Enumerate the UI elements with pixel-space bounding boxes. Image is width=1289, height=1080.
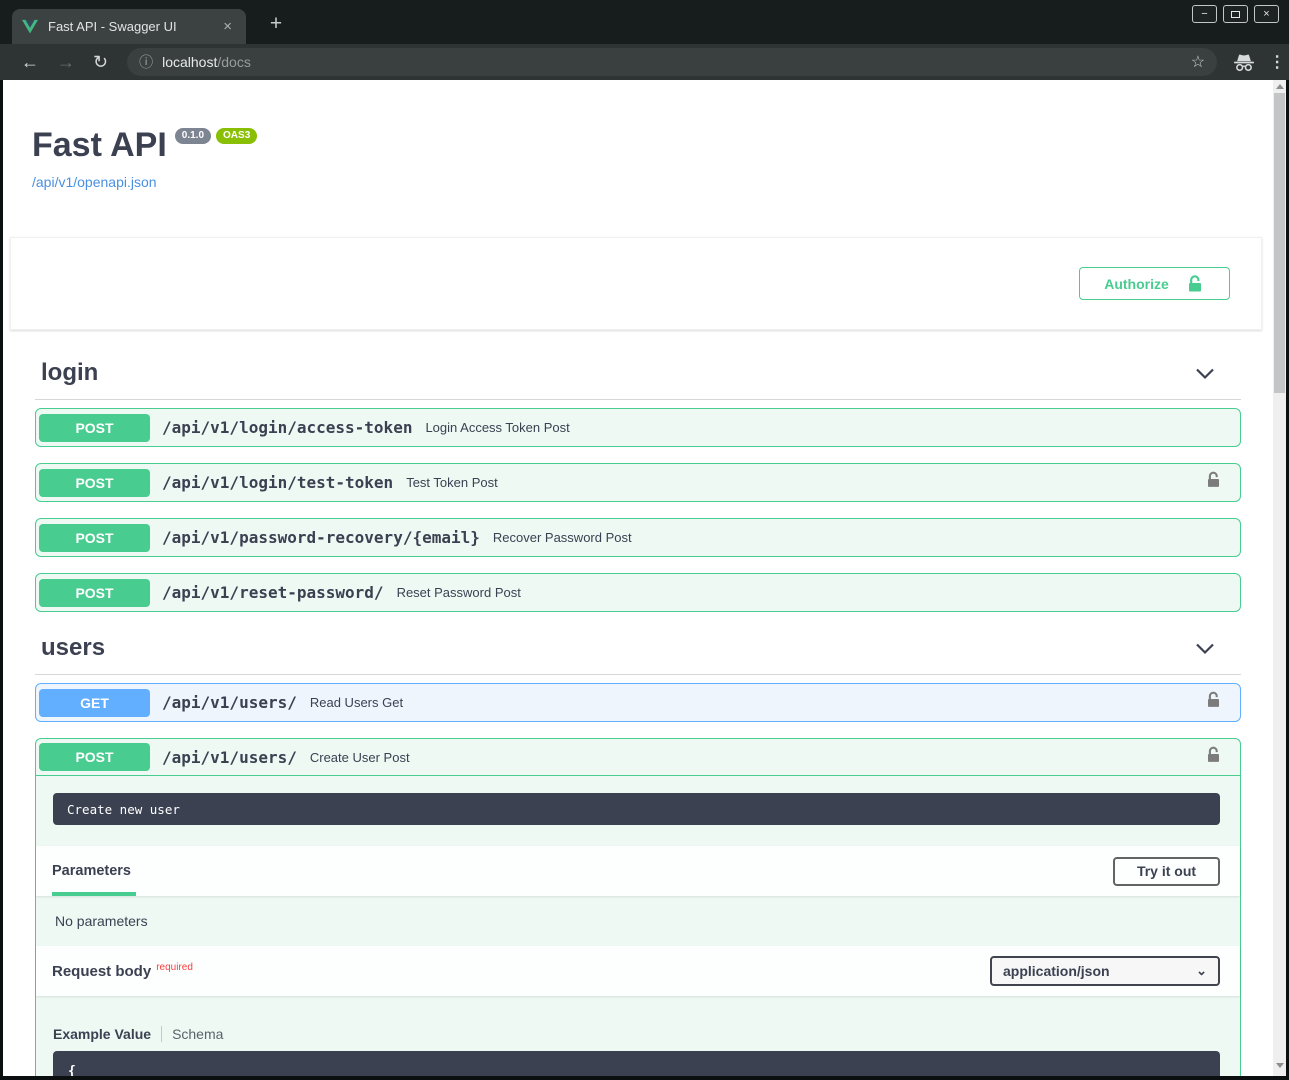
endpoint-block: POST /api/v1/users/ Create User Post Cre… [35, 738, 1241, 1076]
page-info-icon[interactable]: ⓘ [139, 52, 153, 72]
url-path: /docs [217, 54, 250, 70]
endpoint-row[interactable]: POST /api/v1/reset-password/ Reset Passw… [36, 574, 1240, 611]
forward-icon: → [57, 53, 75, 71]
scrollbar-thumb[interactable] [1274, 93, 1285, 393]
endpoint-row[interactable]: POST /api/v1/login/test-token Test Token… [36, 464, 1240, 501]
back-icon[interactable]: ← [21, 53, 39, 71]
tab-title: Fast API - Swagger UI [48, 19, 219, 34]
required-flag: required [156, 962, 193, 973]
chevron-down-icon[interactable] [1195, 642, 1215, 655]
bookmark-star-icon[interactable]: ☆ [1191, 52, 1205, 72]
lock-icon[interactable] [1204, 690, 1223, 715]
method-badge: POST [39, 524, 150, 552]
example-code-block: { [53, 1051, 1220, 1076]
api-tag-section: login POST /api/v1/login/access-token Lo… [35, 353, 1241, 612]
scroll-up-icon[interactable] [1273, 80, 1286, 93]
browser-titlebar: Fast API - Swagger UI × + − × [0, 0, 1289, 44]
endpoint-path: /api/v1/password-recovery/{email} [162, 528, 480, 547]
tab-close-icon[interactable]: × [219, 18, 236, 35]
section-title: login [41, 359, 98, 387]
browser-menu-icon[interactable]: ⋮ [1269, 52, 1285, 72]
chevron-down-icon[interactable] [1195, 367, 1215, 380]
media-type-select[interactable]: application/json ⌄ [990, 956, 1220, 986]
endpoint-summary: Create User Post [310, 750, 410, 765]
endpoint-row[interactable]: GET /api/v1/users/ Read Users Get [36, 684, 1240, 721]
method-badge: GET [39, 689, 150, 717]
scroll-down-icon[interactable] [1273, 1059, 1286, 1072]
method-badge: POST [39, 469, 150, 497]
page-title: Fast API 0.1.0 OAS3 [32, 126, 257, 165]
request-body-header: Request bodyrequired application/json ⌄ [36, 946, 1240, 996]
section-header[interactable]: users [35, 628, 1241, 675]
endpoint-summary: Test Token Post [406, 475, 498, 490]
no-parameters-text: No parameters [36, 896, 1240, 946]
section-title: users [41, 634, 105, 662]
endpoint-path: /api/v1/login/access-token [162, 418, 412, 437]
lock-icon[interactable] [1204, 745, 1223, 770]
page-scrollbar[interactable] [1273, 80, 1286, 1076]
reload-icon[interactable]: ↻ [93, 53, 108, 71]
window-minimize-button[interactable]: − [1192, 5, 1217, 23]
scheme-container: Authorize [10, 237, 1262, 330]
authorize-button[interactable]: Authorize [1079, 267, 1230, 300]
method-badge: POST [39, 743, 150, 771]
endpoint-row[interactable]: POST /api/v1/password-recovery/{email} R… [36, 519, 1240, 556]
swagger-page: Fast API 0.1.0 OAS3 /api/v1/openapi.json… [3, 80, 1286, 1076]
endpoint-block: GET /api/v1/users/ Read Users Get [35, 683, 1241, 722]
url-bar[interactable]: ⓘ localhost/docs ☆ [127, 48, 1217, 76]
endpoint-path: /api/v1/reset-password/ [162, 583, 384, 602]
tab-example-value[interactable]: Example Value [53, 1026, 151, 1042]
endpoint-block: POST /api/v1/password-recovery/{email} R… [35, 518, 1241, 557]
lock-icon[interactable] [1204, 470, 1223, 495]
openapi-spec-link[interactable]: /api/v1/openapi.json [32, 174, 157, 190]
new-tab-button[interactable]: + [262, 12, 290, 36]
oas-badge: OAS3 [216, 128, 257, 144]
request-body-label: Request bodyrequired [52, 962, 193, 980]
url-host: localhost [162, 54, 217, 70]
endpoint-block: POST /api/v1/login/access-token Login Ac… [35, 408, 1241, 447]
endpoint-summary: Reset Password Post [397, 585, 521, 600]
endpoint-path: /api/v1/users/ [162, 748, 297, 767]
section-endpoints: GET /api/v1/users/ Read Users Get POST /… [35, 683, 1241, 1076]
tab-schema[interactable]: Schema [172, 1026, 223, 1042]
favicon-icon [22, 19, 38, 34]
browser-tab[interactable]: Fast API - Swagger UI × [12, 9, 246, 44]
api-sections: login POST /api/v1/login/access-token Lo… [35, 353, 1241, 1076]
incognito-icon [1233, 53, 1255, 72]
window-maximize-button[interactable] [1223, 5, 1248, 23]
endpoint-row[interactable]: POST /api/v1/login/access-token Login Ac… [36, 409, 1240, 446]
browser-toolbar: ← → ↻ ⓘ localhost/docs ☆ ⋮ [0, 44, 1289, 80]
parameters-header: Parameters Try it out [36, 846, 1240, 896]
endpoint-path: /api/v1/login/test-token [162, 473, 393, 492]
endpoint-block: POST /api/v1/reset-password/ Reset Passw… [35, 573, 1241, 612]
endpoint-summary: Read Users Get [310, 695, 403, 710]
select-chevron-icon: ⌄ [1196, 963, 1207, 979]
method-badge: POST [39, 579, 150, 607]
parameters-tab: Parameters [52, 846, 136, 896]
method-badge: POST [39, 414, 150, 442]
window-close-button[interactable]: × [1254, 5, 1279, 23]
try-it-out-button[interactable]: Try it out [1113, 857, 1220, 886]
operation-body: Create new user Parameters Try it out No… [36, 793, 1240, 1076]
section-endpoints: POST /api/v1/login/access-token Login Ac… [35, 408, 1241, 612]
endpoint-summary: Recover Password Post [493, 530, 632, 545]
endpoint-block: POST /api/v1/login/test-token Test Token… [35, 463, 1241, 502]
api-tag-section: users GET /api/v1/users/ Read Users Get … [35, 628, 1241, 1076]
section-header[interactable]: login [35, 353, 1241, 400]
window-bottom-edge [0, 1076, 1289, 1080]
unlock-icon [1185, 274, 1205, 294]
endpoint-row[interactable]: POST /api/v1/users/ Create User Post [36, 739, 1240, 776]
endpoint-summary: Login Access Token Post [425, 420, 569, 435]
tab-divider [161, 1026, 162, 1042]
endpoint-path: /api/v1/users/ [162, 693, 297, 712]
operation-description: Create new user [53, 793, 1220, 825]
version-badge: 0.1.0 [175, 128, 211, 144]
